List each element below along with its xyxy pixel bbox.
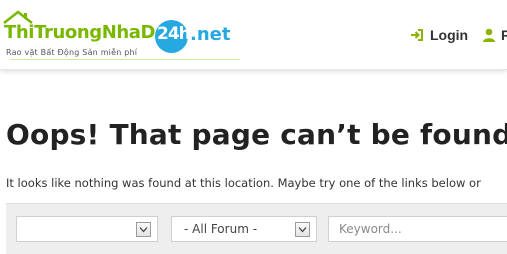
page-title: Oops! That page can’t be found. xyxy=(6,118,507,151)
site-header: ThiTruongNhaDat 24h .net Rao vặt Bất Độn… xyxy=(0,0,507,70)
logo-brand-tld: .net xyxy=(190,24,231,45)
forum-select-value: - All Forum - xyxy=(184,222,258,236)
logo-brand-number: 24h xyxy=(157,24,191,44)
sign-in-icon xyxy=(411,29,423,41)
forum-select[interactable]: - All Forum - xyxy=(171,216,317,242)
search-bar: - All Forum - xyxy=(6,203,507,254)
chevron-down-icon xyxy=(136,222,151,237)
keyword-input[interactable] xyxy=(328,216,507,242)
login-link[interactable]: Login xyxy=(410,25,468,45)
logo-underline xyxy=(10,59,240,60)
page-description: It looks like nothing was found at this … xyxy=(6,176,481,190)
register-label: R xyxy=(501,27,507,43)
site-logo[interactable]: ThiTruongNhaDat 24h .net Rao vặt Bất Độn… xyxy=(0,0,240,68)
login-label: Login xyxy=(430,27,469,43)
category-select[interactable] xyxy=(16,216,158,242)
logo-tagline: Rao vặt Bất Động Sản miễn phí xyxy=(6,48,138,57)
logo-brand-main: ThiTruongNhaDat xyxy=(4,22,176,43)
user-icon xyxy=(483,28,495,42)
chevron-down-icon xyxy=(295,222,310,237)
register-link[interactable]: R xyxy=(482,25,507,45)
